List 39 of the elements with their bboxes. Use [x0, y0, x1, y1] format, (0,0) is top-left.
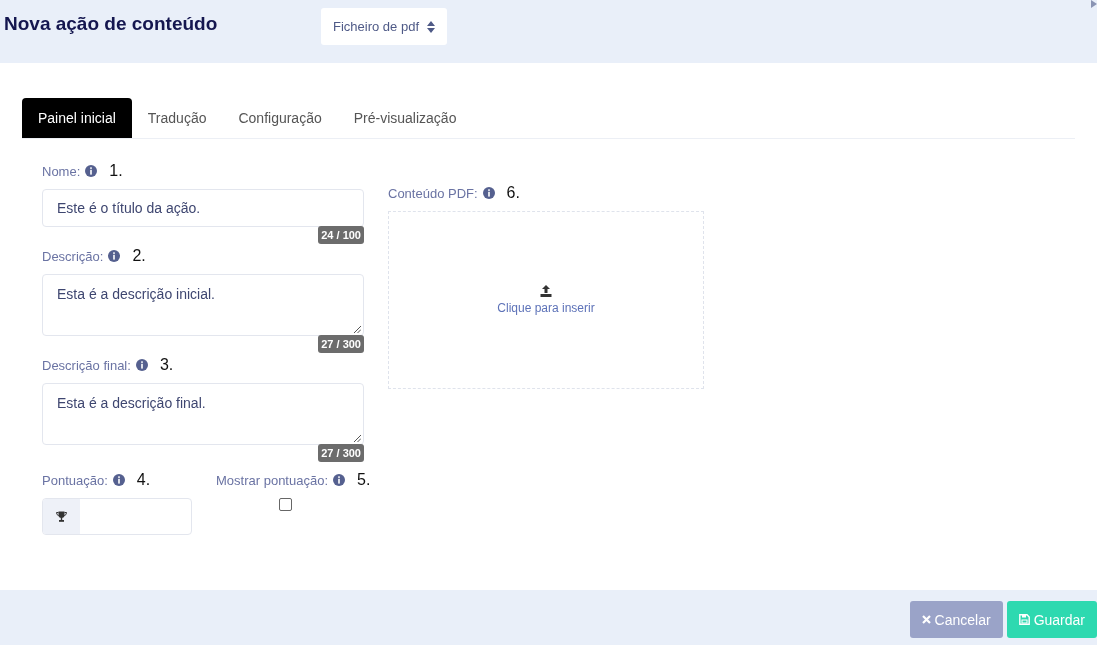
field-label: Pontuação: [42, 472, 108, 488]
checkbox[interactable] [278, 498, 292, 511]
info-icon [135, 359, 148, 371]
character-counter: 27 / 300 [318, 444, 364, 462]
sort-caret-icon [427, 20, 435, 33]
annotation-number: 3. [159, 356, 174, 374]
field-label: Descrição: [42, 248, 104, 264]
text-area[interactable]: Esta é a descrição inicial. [42, 274, 364, 336]
upload-icon [540, 285, 552, 297]
upload-prompt: Clique para inserir [497, 301, 595, 315]
field-label: Descrição final: [42, 357, 131, 373]
info-icon [85, 165, 98, 177]
field-label: Conteúdo PDF: [388, 185, 478, 201]
upload-dropzone[interactable]: Clique para inserir [388, 211, 704, 389]
info-icon [112, 474, 125, 486]
tab[interactable]: Pré-visualização [337, 98, 473, 138]
tab[interactable]: Tradução [131, 98, 223, 138]
annotation-number: 2. [132, 247, 146, 265]
annotation-number: 4. [136, 471, 151, 489]
tab[interactable]: Configuração [222, 98, 338, 138]
text-area[interactable]: Esta é a descrição final. [42, 383, 364, 445]
resize-grip-icon [354, 435, 361, 442]
info-icon [333, 474, 345, 486]
resize-grip-icon [354, 326, 361, 333]
score-input[interactable] [42, 498, 192, 535]
type-select[interactable]: Ficheiro de pdf [321, 8, 447, 45]
annotation-number: 1. [109, 162, 123, 180]
tab[interactable]: Painel inicial [22, 98, 132, 138]
info-icon [108, 250, 121, 262]
info-icon [482, 187, 495, 199]
trophy-icon [56, 511, 67, 522]
annotation-number: 5. [357, 471, 371, 489]
input-field[interactable]: Este é o título da ação. [42, 189, 364, 227]
field-label: Nome: [42, 163, 81, 179]
character-counter: 27 / 300 [318, 335, 364, 353]
page-title: Nova ação de conteúdo [4, 12, 219, 35]
annotation-number: 6. [506, 184, 520, 202]
field-label: Mostrar pontuação: [216, 472, 328, 488]
character-counter: 24 / 100 [318, 226, 364, 244]
